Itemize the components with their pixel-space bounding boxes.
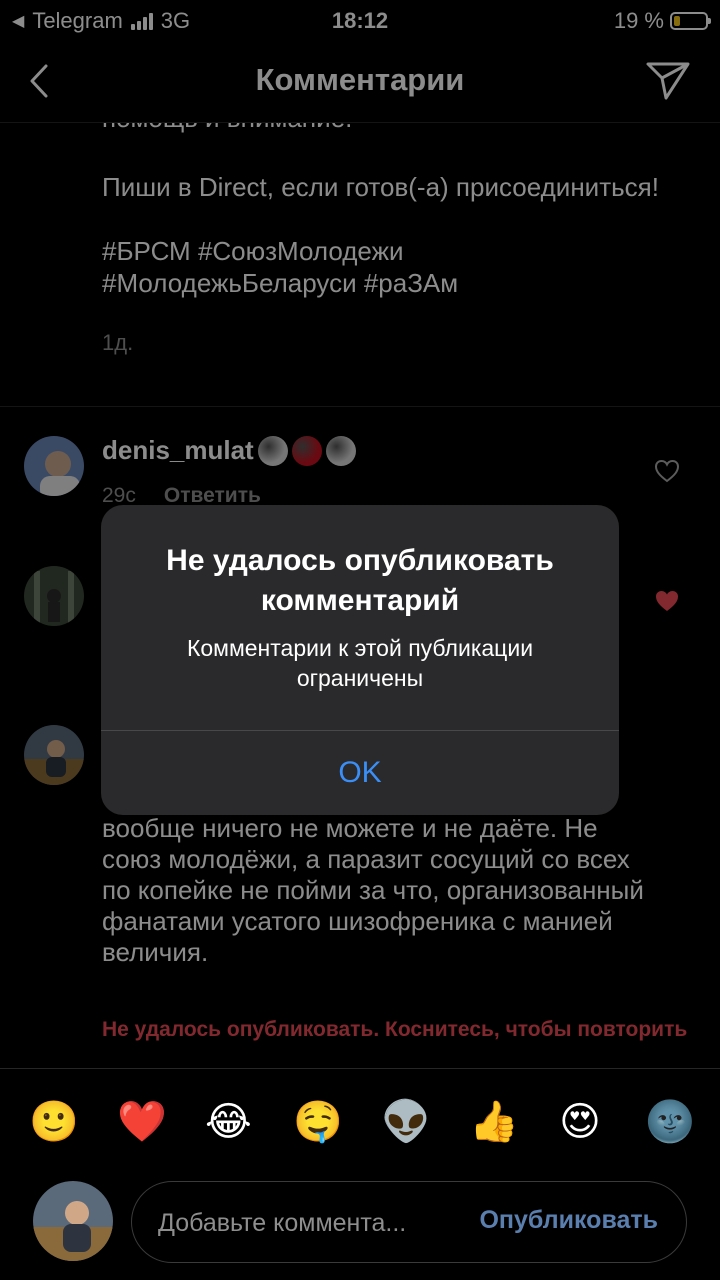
comment-input-box: Опубликовать [131,1181,687,1263]
avatar-photo-icon [33,1181,113,1261]
thumbs-up-emoji-icon[interactable]: 👍 [469,1099,519,1145]
comment-input[interactable] [156,1202,460,1244]
slightly-smiling-face-emoji-icon[interactable]: 🙂 [29,1099,79,1145]
my-avatar [33,1181,113,1261]
alert-ok-button[interactable]: OK [101,731,619,815]
drooling-face-emoji-icon[interactable]: 🤤 [293,1099,343,1145]
new-moon-face-emoji-icon[interactable]: 🌚 [645,1099,695,1145]
alien-emoji-icon[interactable]: 👽 [381,1099,431,1145]
comment-composer: Опубликовать [0,1168,720,1280]
tears-of-joy-emoji-icon[interactable]: 😂 [205,1099,252,1145]
alert-title: Не удалось опубликовать комментарий [166,544,554,617]
alert-message: Комментарии к этой публикации ограничены [186,635,534,691]
quick-emoji-bar: 🙂 ❤️ 😂 🤤 👽 👍 😍 🌚 [0,1068,720,1169]
heart-eyes-emoji-icon[interactable]: 😍 [557,1099,603,1145]
error-alert-dialog: Не удалось опубликовать комментарий Комм… [101,505,619,815]
red-heart-emoji-icon[interactable]: ❤️ [117,1099,167,1145]
publish-button[interactable]: Опубликовать [479,1206,658,1235]
